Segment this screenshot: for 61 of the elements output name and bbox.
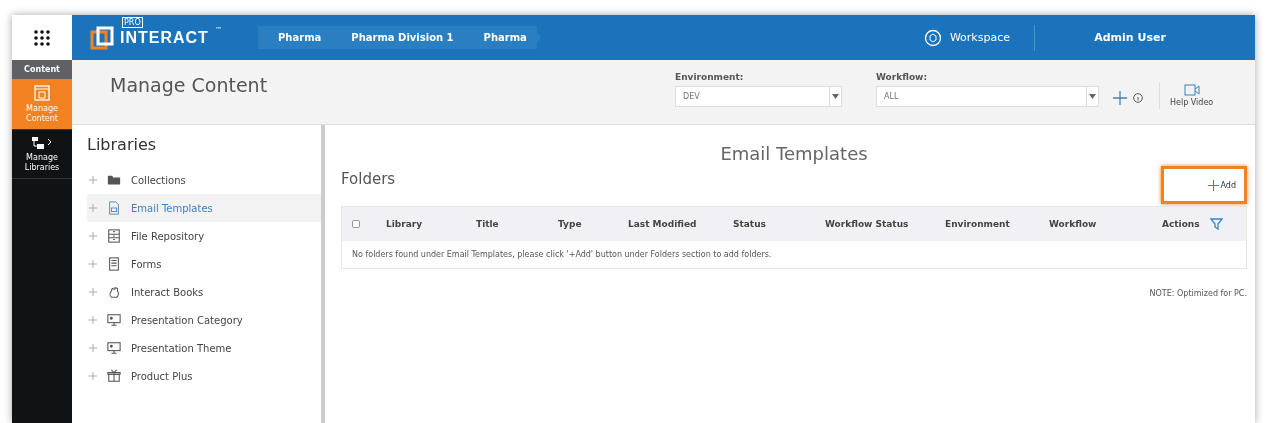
column-header: Last Modified <box>628 219 698 229</box>
column-header: Actions <box>1162 219 1201 229</box>
caret-icon <box>832 94 839 99</box>
folders-heading: Folders <box>341 170 396 188</box>
library-item[interactable]: Collections <box>87 166 321 194</box>
select-all-checkbox[interactable] <box>352 220 360 228</box>
empty-message: No folders found under Email Templates, please click '+Add' button under Folders section to add folders. <box>351 249 773 261</box>
column-header: Title <box>476 219 500 229</box>
library-item[interactable]: Presentation Theme <box>87 334 321 362</box>
library-item[interactable]: Presentation Category <box>87 306 321 334</box>
workflow-select[interactable]: ALL <box>876 86 1099 107</box>
expand-icon[interactable] <box>89 288 97 296</box>
logo-icon <box>90 25 114 50</box>
column-header: Type <box>558 219 583 229</box>
form-icon <box>107 257 121 271</box>
add-icon[interactable] <box>1113 90 1127 105</box>
library-item[interactable]: Interact Books <box>87 278 321 306</box>
page-title: Manage Content <box>110 74 269 96</box>
brand-name: INTERACT <box>120 28 209 47</box>
workflow-label: Workflow: <box>876 72 928 82</box>
column-header: Workflow Status <box>825 219 910 229</box>
library-item[interactable]: Product Plus <box>87 362 321 390</box>
library-item[interactable]: Forms <box>87 250 321 278</box>
help-video-button[interactable]: Help Video <box>1159 82 1224 109</box>
expand-icon[interactable] <box>89 204 97 212</box>
expand-icon[interactable] <box>89 372 97 380</box>
workspace-link[interactable]: Workspace <box>923 24 1035 51</box>
info-icon[interactable] <box>1133 92 1143 103</box>
library-item[interactable]: Email Templates <box>87 194 321 222</box>
section-title: Email Templates <box>719 143 869 164</box>
expand-icon[interactable] <box>89 260 97 268</box>
column-header: Environment <box>945 219 1011 229</box>
add-button[interactable]: Add <box>1161 166 1247 204</box>
note-text: NOTE: Optimized for PC. <box>1148 289 1247 298</box>
environment-select[interactable]: DEV <box>675 86 842 107</box>
email-icon <box>107 201 121 215</box>
expand-icon[interactable] <box>89 232 97 240</box>
folder-icon <box>107 173 121 187</box>
libraries-icon <box>31 136 53 151</box>
column-header: Status <box>733 219 767 229</box>
user-menu[interactable]: Admin User <box>1035 31 1225 44</box>
caret-icon <box>1089 94 1096 99</box>
screen-icon <box>107 313 121 327</box>
library-item[interactable]: File Repository <box>87 222 321 250</box>
video-icon <box>1183 84 1200 96</box>
expand-icon[interactable] <box>89 176 97 184</box>
expand-icon[interactable] <box>89 344 97 352</box>
environment-label: Environment: <box>675 72 745 82</box>
expand-icon[interactable] <box>89 316 97 324</box>
gift-icon <box>107 369 121 383</box>
screen-icon <box>107 341 121 355</box>
pro-badge: PRO <box>122 16 143 28</box>
cabinet-icon <box>107 229 121 243</box>
libraries-title: Libraries <box>87 135 158 154</box>
column-header: Library <box>386 219 424 229</box>
plus-icon <box>1207 179 1219 191</box>
column-header: Workflow <box>1049 219 1098 229</box>
filter-icon[interactable] <box>1210 218 1223 230</box>
rail-section-title: Content <box>12 60 72 79</box>
content-icon <box>34 85 50 101</box>
app-grid-icon[interactable] <box>34 29 50 46</box>
